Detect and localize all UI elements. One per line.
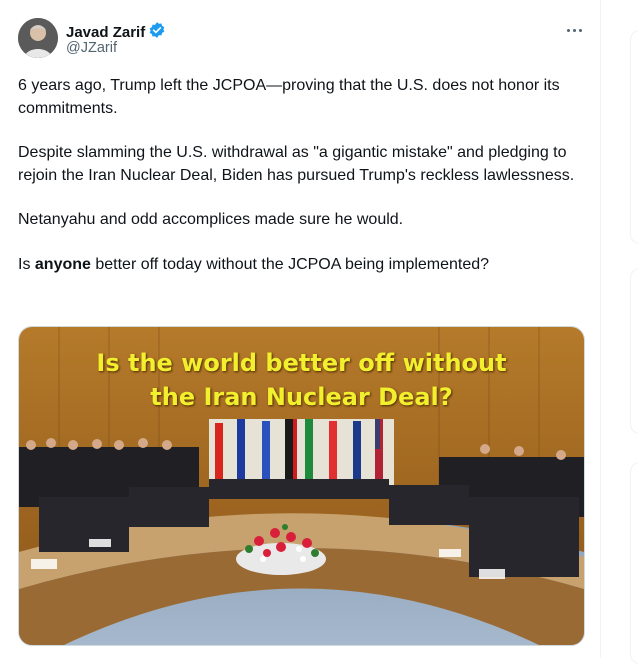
author-name[interactable]: Javad Zarif [66,24,145,41]
sidebar-card [630,30,638,244]
author-handle[interactable]: @JZarif [66,40,117,56]
verified-badge-icon [148,21,166,44]
tweet-paragraph: Is anyone better off today without the J… [18,254,588,277]
tweet-text: 6 years ago, Trump left the JCPOA—provin… [18,75,588,298]
text-run: better off today without the JCPOA being… [90,255,490,273]
sidebar-card [630,462,638,664]
sidebar-card [630,268,638,434]
tweet-paragraph: Netanyahu and odd accomplices made sure … [18,211,404,228]
tweet-image[interactable]: Is the world better off without the Iran… [18,326,585,646]
image-headline: the Iran Nuclear Deal? [150,383,453,411]
tweet-paragraph: Despite slamming the U.S. withdrawal as … [18,144,575,184]
more-options-icon[interactable] [563,20,587,40]
bold-word: anyone [34,255,91,273]
avatar[interactable] [18,18,58,58]
text-run: Is [18,255,35,273]
image-headline: Is the world better off without [96,349,507,377]
tweet-paragraph: 6 years ago, Trump left the JCPOA—provin… [18,77,560,117]
column-divider [600,0,601,658]
